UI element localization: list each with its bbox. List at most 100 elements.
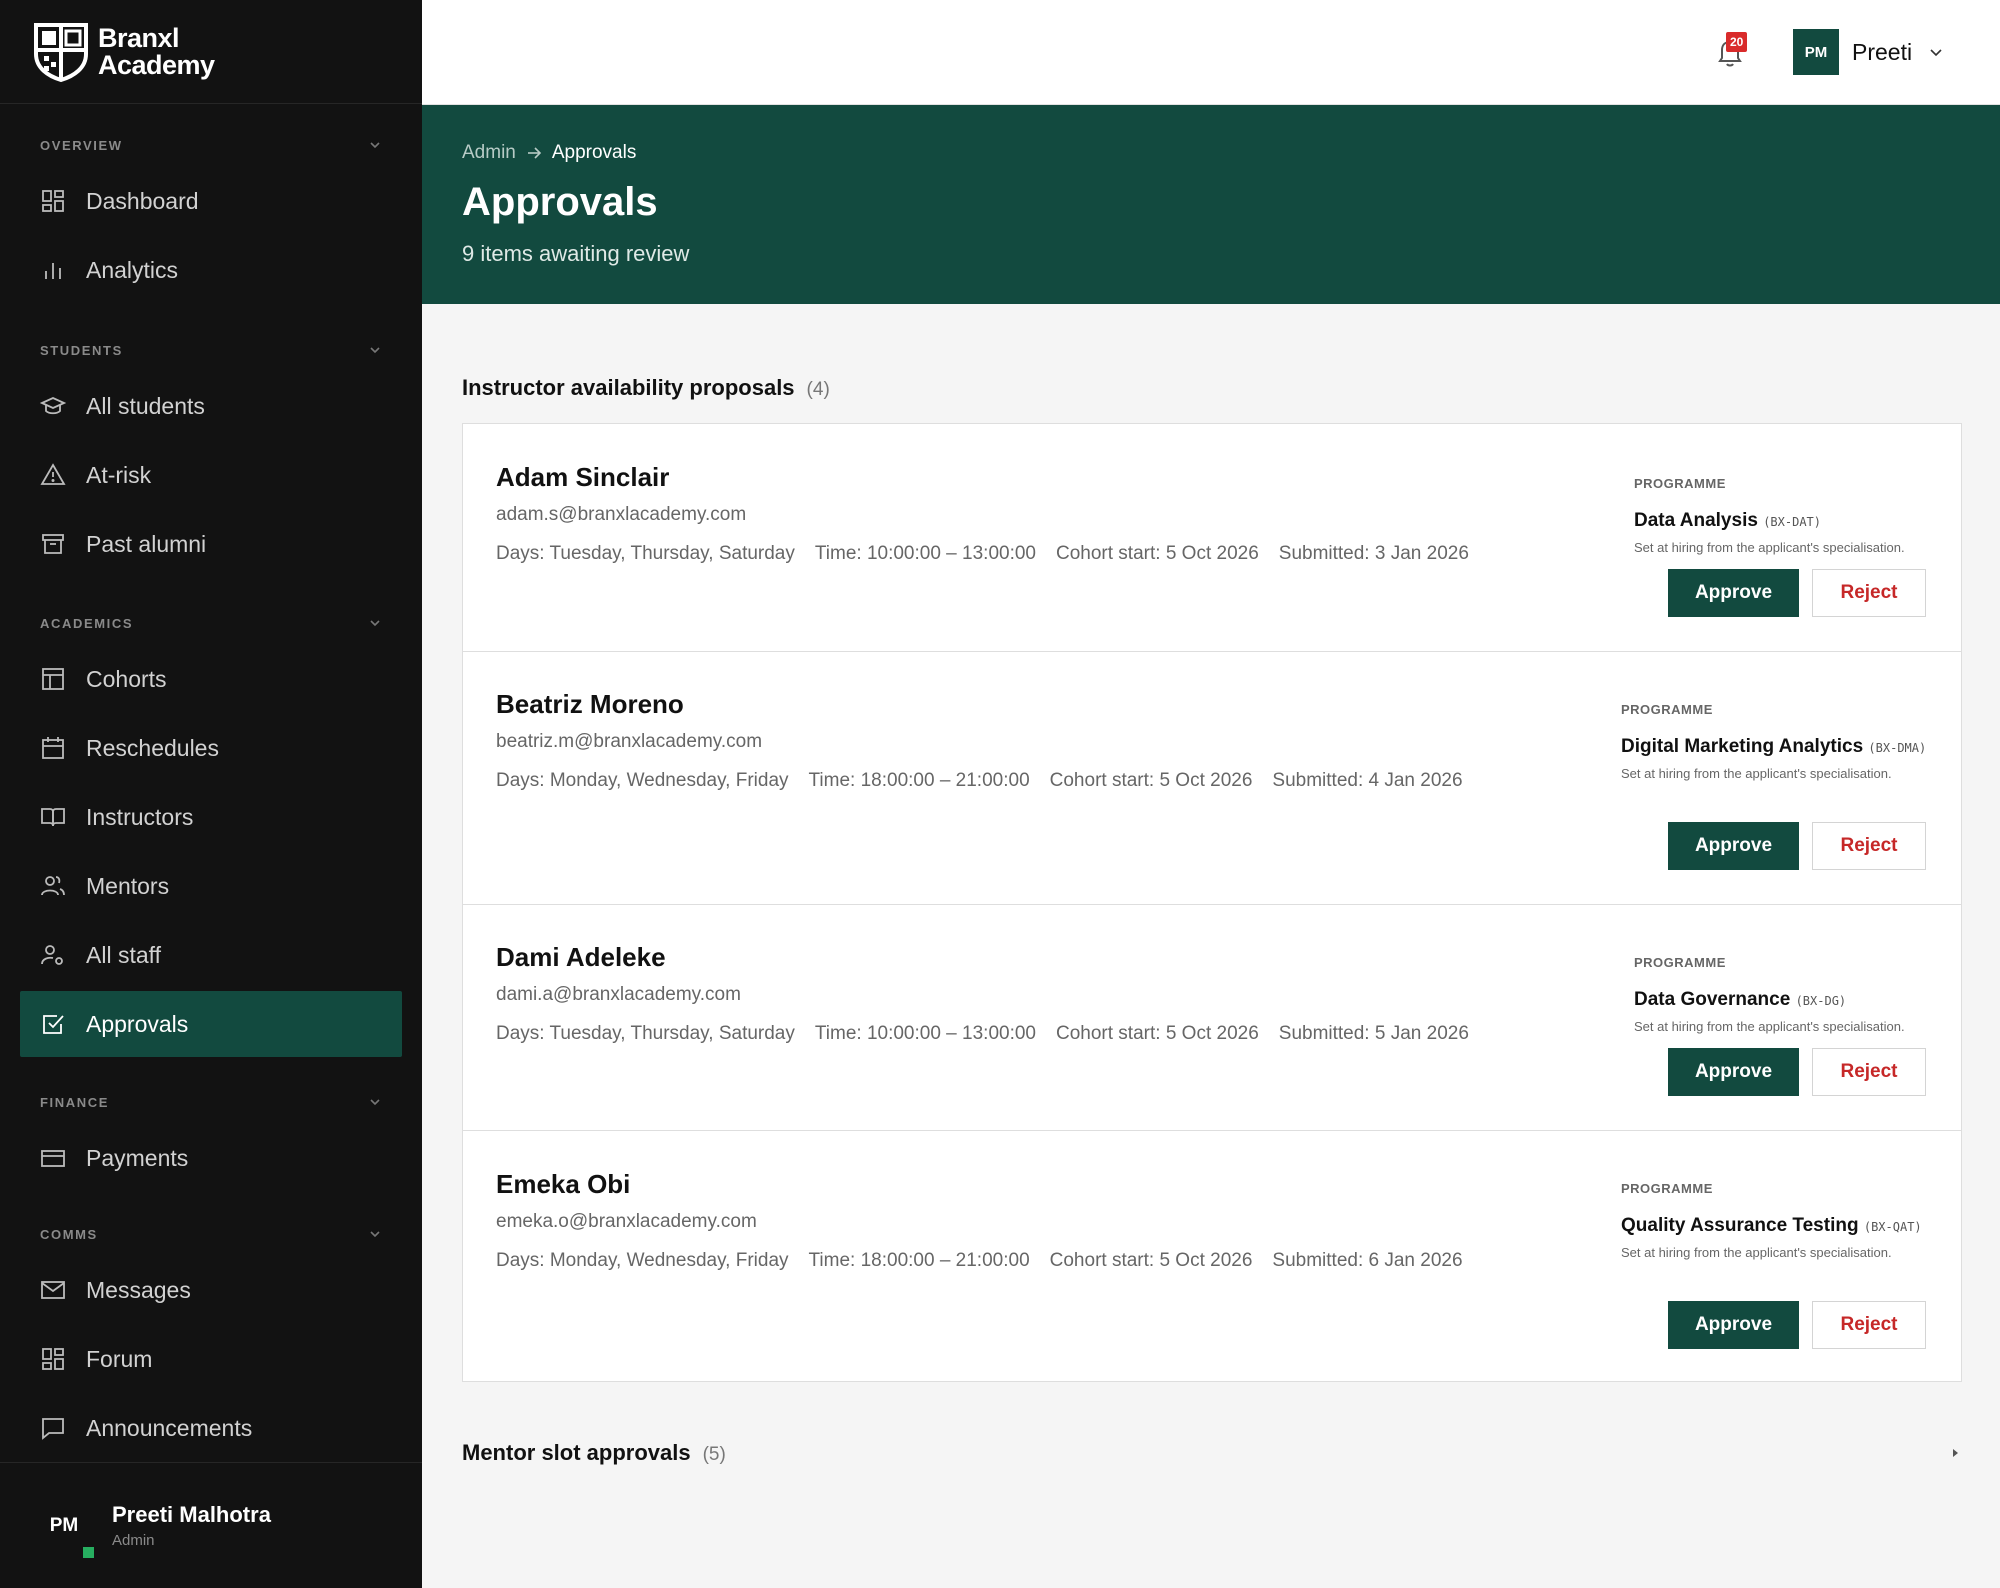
proposal-days: Days: Monday, Wednesday, Friday (496, 1250, 789, 1271)
instructor-email: beatriz.m@branxlacademy.com (496, 731, 763, 752)
approve-button[interactable]: Approve (1668, 822, 1799, 870)
reject-button[interactable]: Reject (1812, 1301, 1926, 1349)
brand-line1: Branxl (98, 22, 180, 53)
reject-button[interactable]: Reject (1812, 1048, 1926, 1096)
sidebar-item-instructors[interactable]: Instructors (20, 784, 402, 850)
sidebar-item-reschedules[interactable]: Reschedules (20, 715, 402, 781)
graduation-cap-icon (40, 397, 66, 415)
reject-button[interactable]: Reject (1812, 822, 1926, 870)
sidebar-item-label: Forum (86, 1345, 153, 1372)
calendar-icon (42, 737, 64, 759)
user-name: Preeti Malhotra (112, 1502, 271, 1527)
sidebar-item-approvals[interactable]: Approvals (20, 991, 402, 1057)
proposal-cohort-start: Cohort start: 5 Oct 2026 (1049, 770, 1253, 791)
proposal-submitted: Submitted: 5 Jan 2026 (1278, 1023, 1469, 1044)
programme-label: PROGRAMME (1634, 955, 1726, 970)
sidebar-item-cohorts[interactable]: Cohorts (20, 646, 402, 712)
sidebar-item-past-alumni[interactable]: Past alumni (20, 511, 402, 577)
sidebar-item-messages[interactable]: Messages (20, 1257, 402, 1323)
sidebar-item-all-students[interactable]: All students (20, 373, 402, 439)
programme-name: Digital Marketing Analytics (1621, 736, 1864, 757)
sidebar-item-label: All staff (86, 941, 161, 968)
programme-name: Data Governance (1634, 989, 1791, 1010)
nav-section-students: STUDENTS All students At-risk Past alumn… (0, 330, 422, 577)
proposal-cohort-start: Cohort start: 5 Oct 2026 (1056, 543, 1259, 564)
users-icon (41, 876, 65, 896)
mentor-section-toggle[interactable]: Mentor slot approvals (5) (462, 1435, 1962, 1471)
brand-logo[interactable]: Branxl Academy (0, 0, 422, 104)
sidebar-item-label: Analytics (86, 256, 179, 283)
section-label: COMMS (40, 1226, 98, 1242)
instructor-name: Adam Sinclair (496, 462, 670, 492)
approve-button[interactable]: Approve (1668, 569, 1799, 617)
sidebar-item-payments[interactable]: Payments (20, 1125, 402, 1191)
chevron-down-icon (370, 1099, 380, 1106)
reject-button[interactable]: Reject (1812, 569, 1926, 617)
user-cog-icon (41, 945, 63, 965)
section-toggle-academics[interactable]: ACADEMICS (0, 603, 422, 643)
programme-code: (BX-DG) (1795, 994, 1847, 1008)
sidebar-item-label: Cohorts (86, 665, 167, 692)
notification-badge: 20 (1726, 32, 1748, 52)
sidebar-item-at-risk[interactable]: At-risk (20, 442, 402, 508)
approve-button[interactable]: Approve (1668, 1048, 1799, 1096)
approve-button[interactable]: Approve (1668, 1301, 1799, 1349)
programme-info: PROGRAMME Data Analysis (BX-DAT) Set at … (1634, 476, 1905, 555)
sidebar-item-label: Approvals (86, 1010, 189, 1037)
sidebar-item-label: Reschedules (86, 734, 219, 761)
section-toggle-overview[interactable]: OVERVIEW (0, 125, 422, 165)
programme-info: PROGRAMME Data Governance (BX-DG) Set at… (1634, 955, 1905, 1034)
proposal-card: Beatriz Moreno beatriz.m@branxlacademy.c… (463, 652, 1961, 905)
section-toggle-finance[interactable]: FINANCE (0, 1082, 422, 1122)
avatar-initials: PM (49, 1514, 79, 1536)
layout-icon (42, 668, 64, 690)
programme-code: (BX-DMA) (1868, 741, 1927, 755)
sidebar-item-announcements[interactable]: Announcements (20, 1395, 402, 1461)
section-toggle-comms[interactable]: COMMS (0, 1214, 422, 1254)
sidebar-item-all-staff[interactable]: All staff (20, 922, 402, 988)
warning-icon (40, 463, 66, 485)
section-title: Mentor slot approvals (462, 1440, 691, 1465)
sidebar-item-dashboard[interactable]: Dashboard (20, 168, 402, 234)
nav-section-finance: FINANCE Payments (0, 1082, 422, 1191)
chevron-down-icon (370, 1231, 380, 1238)
page-subtitle: 9 items awaiting review (462, 241, 690, 266)
programme-label: PROGRAMME (1621, 1181, 1713, 1196)
instructor-name: Beatriz Moreno (496, 689, 684, 719)
programme-code: (BX-DAT) (1763, 515, 1821, 529)
check-square-icon (43, 1015, 64, 1034)
chevron-down-icon (370, 142, 380, 149)
breadcrumb-current: Approvals (551, 142, 637, 163)
section-label: OVERVIEW (40, 137, 123, 153)
proposal-details: Days: Monday, Wednesday, Friday Time: 18… (496, 1250, 1483, 1272)
chevron-down-icon (370, 347, 380, 354)
page-title: Approvals (462, 180, 658, 224)
proposal-cohort-start: Cohort start: 5 Oct 2026 (1056, 1023, 1259, 1044)
programme-hint: Set at hiring from the applicant's speci… (1634, 1019, 1905, 1034)
chevron-down-icon (370, 620, 380, 627)
instructor-email: emeka.o@branxlacademy.com (496, 1211, 757, 1232)
nav-section-academics: ACADEMICS Cohorts Reschedules Instructor… (0, 603, 422, 1057)
arrow-right-icon (527, 147, 541, 159)
programme-name: Data Analysis (1634, 510, 1758, 531)
instructor-email: adam.s@branxlacademy.com (496, 504, 747, 525)
sidebar-item-mentors[interactable]: Mentors (20, 853, 402, 919)
instructor-section-title: Instructor availability proposals (4) (462, 375, 830, 401)
sidebar-item-label: All students (86, 392, 205, 419)
programme-info: PROGRAMME Quality Assurance Testing (BX-… (1621, 1181, 1931, 1260)
analytics-icon (45, 263, 61, 279)
user-menu-name: Preeti (1852, 38, 1913, 65)
user-menu[interactable]: PM Preeti (1793, 29, 1944, 75)
sidebar-user-card[interactable]: PM Preeti Malhotra Admin (0, 1462, 422, 1588)
proposal-time: Time: 10:00:00 – 13:00:00 (814, 543, 1036, 564)
instructor-email: dami.a@branxlacademy.com (496, 984, 741, 1005)
breadcrumb: Admin Approvals (462, 142, 636, 164)
breadcrumb-admin[interactable]: Admin (462, 142, 516, 164)
sidebar-item-analytics[interactable]: Analytics (20, 237, 402, 303)
section-toggle-students[interactable]: STUDENTS (0, 330, 422, 370)
notifications-button[interactable]: 20 (1716, 32, 1756, 74)
crest-icon (34, 22, 88, 82)
sidebar-item-forum[interactable]: Forum (20, 1326, 402, 1392)
sidebar-item-label: Announcements (86, 1414, 253, 1441)
topbar: 20 PM Preeti (422, 0, 2000, 105)
